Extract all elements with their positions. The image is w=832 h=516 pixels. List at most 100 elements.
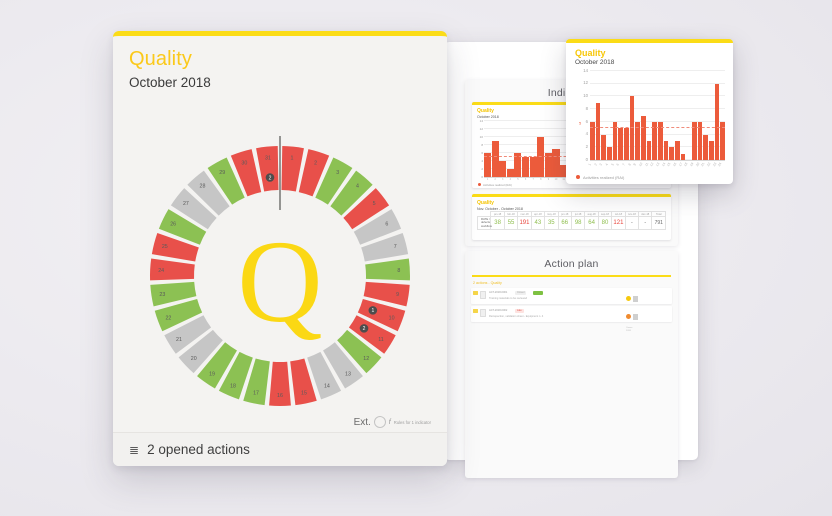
status-badge: Late [515,308,524,313]
donut-chart[interactable]: 1 2 3 4 5 6 7 8 9 10 11 12 13 14 15 16 17 18 19 20 21 22 23 24 2… [113,126,447,436]
action-plan-divider [472,275,671,277]
action-badge-count-11: 2 [363,326,366,332]
bar-10[interactable] [641,115,646,160]
x-tick-10: 10 [554,178,558,181]
y-tick-0: 0 [481,175,483,179]
donut-segment-16[interactable] [269,361,291,406]
owner-avatar [626,314,631,320]
bar-16[interactable] [675,140,680,160]
bar-8[interactable] [629,96,635,160]
y-tick-14: 14 [583,67,588,73]
y-tick-12: 12 [583,80,588,86]
row-label: RATE / defects workflow [476,215,492,231]
donut-segment-8[interactable] [365,258,410,281]
bar-6[interactable] [522,157,530,177]
bar-4[interactable] [506,169,514,177]
legend-marker-icon [576,175,580,179]
opened-actions-footer[interactable]: ≣ 2 opened actions [113,432,447,466]
floating-quality-chart-card[interactable]: Quality October 2018 0 2 4 6 8 10 12 14 5 123456… [566,39,733,184]
table-row[interactable]: RATE / defects workflow 38 55 191 43 35 66 98 64… [476,215,666,231]
donut-svg[interactable]: 1234567891011121314151617181920212223242… [113,126,447,426]
segment-number-21: 21 [176,337,182,343]
quality-main-card[interactable]: Quality October 2018 1 2 3 4 5 6 7 8 9 10 11 12 13 14… [113,31,447,466]
bar-2[interactable] [491,141,499,177]
table-cell: - [638,215,653,231]
y-tick-4: 4 [585,131,588,137]
bar-4[interactable] [607,147,612,160]
document-icon [480,308,486,317]
floating-card-subtitle: October 2018 [575,59,615,66]
table-cell: 98 [570,215,586,231]
flag-icon [473,309,478,313]
y-tick-2: 2 [481,167,483,172]
mini-table-title: Quality [477,200,494,206]
bar-8[interactable] [537,137,545,177]
segment-number-16: 16 [277,393,283,399]
action-plan-title: Action plan [544,258,599,270]
bar-11[interactable] [646,140,652,160]
ext-ring-icon [373,416,386,428]
table-cell: 38 [490,215,505,231]
bar-7[interactable] [529,157,537,177]
bar-2[interactable] [595,102,601,160]
bar-10[interactable] [552,149,560,177]
floating-chart-xticks: 1 2 3 4 5 6 7 8 9 10 11 12 13 14 15 16 17 18 19 20 21 22 23 24 [588,161,725,171]
document-icon [480,290,486,299]
meta-owner: Owner [626,327,633,329]
y-tick-8: 8 [481,143,483,148]
action-reference: ACT-2018-0002 [489,309,508,312]
bar-21[interactable] [703,134,709,160]
bar-22[interactable] [709,140,714,160]
table-cell: 791 [651,215,666,231]
progress-chip [533,291,543,295]
table-cell: 80 [597,215,613,231]
action-badge-count-10: 1 [371,308,374,314]
segment-number-13: 13 [345,372,351,378]
segment-number-5: 5 [373,201,376,207]
segment-number-6: 6 [385,222,388,228]
bar-23[interactable] [714,83,720,160]
y-tick-10: 10 [479,135,483,139]
segment-number-12: 12 [363,356,369,362]
status-badge: Closed [515,290,527,295]
floating-chart-legend: Activities realized (RAI) [576,175,624,180]
page-title: Quality [129,48,192,70]
segment-number-15: 15 [301,391,307,397]
table-cell: 35 [544,215,559,231]
action-plan-row[interactable]: ACT-2018-0002 Reinspection, validation sh… [471,306,672,332]
y-tick-12: 12 [479,127,483,131]
segment-number-1: 1 [291,156,294,162]
y-tick-14: 14 [479,119,483,123]
segment-number-22: 22 [165,315,171,321]
action-plan-row[interactable]: ACT-2018-0001 Training materials to be re… [471,288,672,314]
external-rules-legend[interactable]: Ext. f Rules for 1 indicator [354,416,431,428]
y-tick-4: 4 [481,159,483,164]
bar-7[interactable] [624,128,629,160]
center-letter: Q [237,216,322,347]
segment-number-3: 3 [336,170,339,176]
segment-number-7: 7 [394,244,397,250]
bar-3[interactable] [499,161,507,177]
table-cell: 64 [584,215,599,231]
segment-number-31: 31 [265,156,271,162]
action-badge-count-31: 2 [269,175,272,181]
segment-number-4: 4 [356,184,359,190]
action-plan-list: ACT-2018-0001 Training materials to be re… [465,288,678,332]
legend-marker-icon [478,182,481,186]
donut-segment-24[interactable] [150,258,195,281]
mini-chart-legend-label: Activities realized (RAI) [483,182,512,187]
bar-3[interactable] [601,134,607,160]
segment-number-28: 28 [200,184,206,190]
bar-15[interactable] [669,147,675,160]
meta-secondary: 2018 [626,330,631,332]
list-icon: ≣ [129,442,140,457]
table-cell: - [624,215,640,231]
page-subtitle: October 2018 [129,75,211,90]
bar-14[interactable] [663,140,669,160]
segment-number-2: 2 [314,160,317,166]
flag-icon [473,291,478,295]
y-tick-0: 0 [585,156,588,162]
bar-6[interactable] [618,128,624,160]
segment-number-17: 17 [253,391,259,397]
mini-table-card: Quality Nov. October - October 2018 jan-… [472,194,671,240]
